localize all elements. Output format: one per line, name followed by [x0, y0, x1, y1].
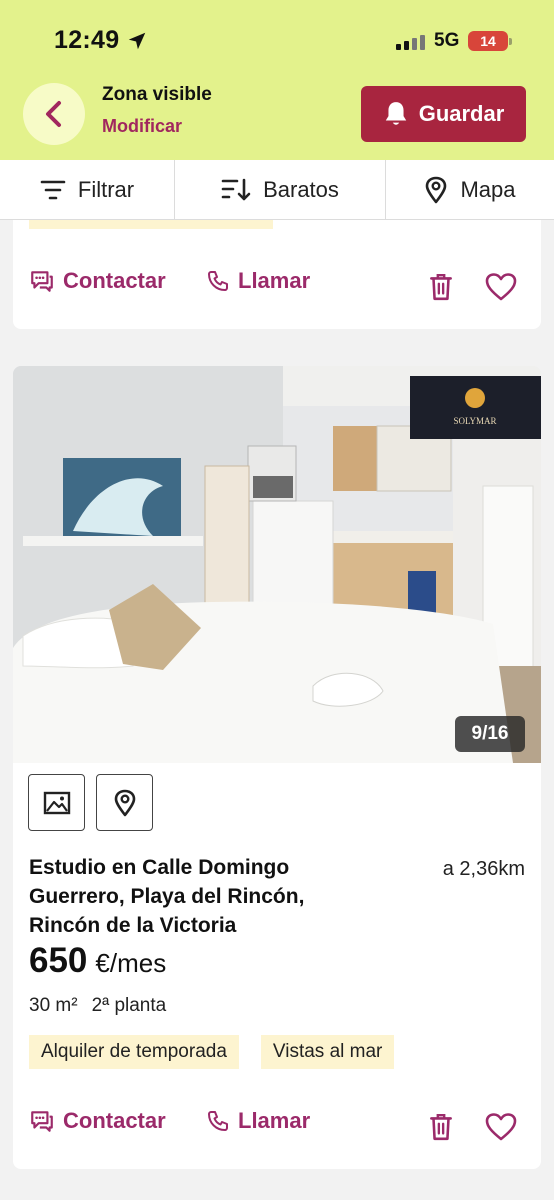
app-header: 12:49 5G 14 Zona visible Modificar Guard… — [0, 0, 554, 160]
save-label: Guardar — [418, 101, 505, 126]
contact-label: Contactar — [63, 1108, 166, 1133]
tag-sea-views: Vistas al mar — [260, 1035, 395, 1069]
tag-peek — [29, 220, 273, 229]
chevron-left-icon — [46, 101, 61, 127]
map-pin-icon — [426, 176, 447, 203]
listing-distance: a 2,36km — [442, 858, 525, 880]
listing-price: 650 €/mes — [29, 941, 166, 981]
call-label: Llamar — [238, 268, 311, 293]
listing-actions: Contactar Llamar — [13, 268, 541, 308]
heart-icon[interactable] — [485, 1112, 517, 1142]
image-icon — [43, 791, 70, 814]
signal-icon — [396, 34, 425, 50]
sort-icon — [221, 178, 251, 200]
listing-floor: 2ª planta — [91, 995, 167, 1016]
map-pin-icon — [114, 789, 135, 816]
listing-card[interactable]: SOLYMAR 9/16 Estudio en Calle Domingo Gu… — [13, 366, 541, 1169]
call-button[interactable]: Llamar — [206, 1108, 310, 1134]
gallery-button[interactable] — [28, 774, 85, 831]
phone-icon — [208, 1111, 228, 1131]
filter-label: Filtrar — [77, 176, 135, 202]
save-search-button[interactable]: Guardar — [361, 86, 526, 142]
filter-icon — [40, 180, 66, 199]
map-label: Mapa — [460, 176, 516, 202]
trash-icon[interactable] — [428, 1112, 454, 1142]
location-arrow-icon — [128, 32, 146, 50]
back-button[interactable] — [23, 83, 85, 145]
call-label: Llamar — [238, 1108, 311, 1133]
map-location-button[interactable] — [96, 774, 153, 831]
zone-title: Zona visible — [102, 84, 212, 105]
watermark-logo: SOLYMAR — [453, 416, 496, 426]
contact-label: Contactar — [63, 268, 166, 293]
price-unit: €/mes — [95, 948, 167, 978]
phone-icon — [208, 271, 228, 291]
bell-icon — [385, 102, 406, 125]
photo-counter: 9/16 — [455, 716, 525, 752]
map-button[interactable]: Mapa — [386, 160, 554, 219]
trash-icon[interactable] — [428, 272, 454, 302]
listing-photo[interactable]: SOLYMAR — [13, 366, 541, 763]
battery-icon: 14 — [468, 31, 512, 51]
filter-button[interactable]: Filtrar — [0, 160, 175, 219]
sort-label: Baratos — [263, 176, 339, 202]
listing-tags: Alquiler de temporada Vistas al mar — [29, 1035, 395, 1069]
status-time: 12:49 — [54, 26, 120, 54]
chat-icon — [31, 271, 53, 292]
contact-button[interactable]: Contactar — [29, 1108, 166, 1134]
call-button[interactable]: Llamar — [206, 268, 310, 294]
price-value: 650 — [29, 941, 88, 980]
modify-zone-link[interactable]: Modificar — [102, 116, 182, 137]
listing-actions: Contactar Llamar — [13, 1108, 541, 1148]
listing-size: 30 m² — [29, 995, 78, 1016]
heart-icon[interactable] — [485, 272, 517, 302]
tag-season-rental: Alquiler de temporada — [29, 1035, 239, 1069]
sort-button[interactable]: Baratos — [175, 160, 386, 219]
chat-icon — [31, 1111, 53, 1132]
filter-toolbar: Filtrar Baratos Mapa — [0, 160, 554, 220]
listing-details: 30 m² 2ª planta — [29, 995, 166, 1017]
contact-button[interactable]: Contactar — [29, 268, 166, 294]
network-label: 5G — [434, 30, 460, 51]
listing-title[interactable]: Estudio en Calle Domingo Guerrero, Playa… — [29, 853, 379, 940]
